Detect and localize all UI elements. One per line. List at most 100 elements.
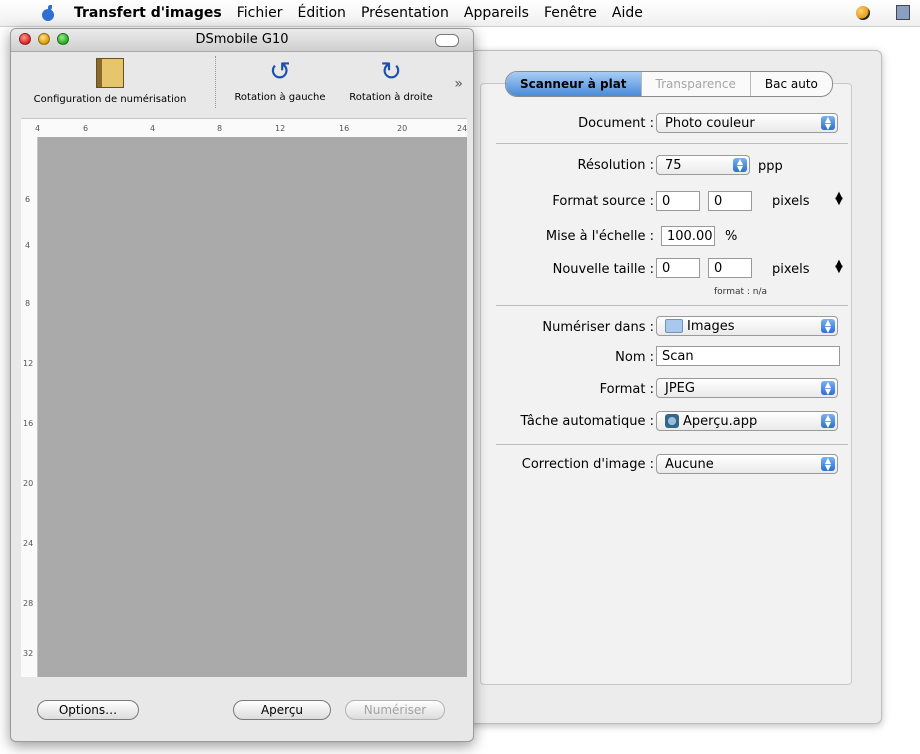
apple-menu-icon[interactable] <box>40 5 56 21</box>
scan-button[interactable]: Numériser <box>345 700 445 720</box>
format-value: JPEG <box>665 380 695 396</box>
new-width-field[interactable]: 0 <box>656 258 700 278</box>
ruler-tick: 6 <box>25 195 31 204</box>
format-popup[interactable]: JPEG ▲ ▼ <box>656 378 838 398</box>
source-unit: pixels <box>772 194 810 209</box>
ruler-tick: 16 <box>23 419 34 428</box>
scale-field[interactable]: 100.00 <box>661 226 715 246</box>
auto-task-popup[interactable]: Aperçu.app ▲ ▼ <box>656 411 838 431</box>
document-value: Photo couleur <box>665 115 755 131</box>
ruler-tick: 4 <box>150 124 156 133</box>
menu-aide[interactable]: Aide <box>612 5 643 21</box>
ruler-tick: 24 <box>23 539 34 548</box>
scan-to-popup[interactable]: Images ▲ ▼ <box>656 316 838 336</box>
menu-app-name[interactable]: Transfert d'images <box>74 5 222 21</box>
menu-fichier[interactable]: Fichier <box>237 5 283 21</box>
scale-unit: % <box>725 229 738 244</box>
new-size-unit: pixels <box>772 262 810 277</box>
separator <box>496 143 848 144</box>
tab-transparency[interactable]: Transparence <box>640 72 751 96</box>
document-label: Document : <box>578 116 654 131</box>
ruler-tick: 8 <box>217 124 223 133</box>
separator <box>496 444 848 445</box>
scale-label: Mise à l'échelle : <box>545 229 654 244</box>
new-size-unit-stepper[interactable]: ▲ ▼ <box>835 259 843 275</box>
vertical-ruler: 6 4 8 12 16 20 24 28 32 <box>21 137 38 677</box>
ruler-tick: 4 <box>35 124 41 133</box>
menu-presentation[interactable]: Présentation <box>361 5 449 21</box>
ruler-tick: 24 <box>457 124 468 133</box>
scanner-window: DSmobile G10 Configuration de numérisati… <box>10 28 474 742</box>
ruler-tick: 6 <box>83 124 89 133</box>
name-field[interactable]: Scan <box>656 346 840 366</box>
ruler-tick: 32 <box>23 649 34 658</box>
ruler-tick: 20 <box>23 479 34 488</box>
resolution-popup[interactable]: 75 ▲ ▼ <box>656 155 750 175</box>
popup-arrows-icon: ▲ ▼ <box>821 116 835 131</box>
rotate-left-icon: ↺ <box>269 57 291 87</box>
scan-to-value: Images <box>687 318 735 334</box>
popup-arrows-icon: ▲ ▼ <box>821 319 835 334</box>
image-correction-popup[interactable]: Aucune ▲ ▼ <box>656 454 838 474</box>
scan-preview-area[interactable] <box>38 137 467 677</box>
ruler-tick: 12 <box>23 359 34 368</box>
folder-icon <box>665 319 683 333</box>
preview-app-icon <box>665 414 679 428</box>
preview-button[interactable]: Aperçu <box>233 700 331 720</box>
toolbar-toggle-button[interactable] <box>435 34 459 47</box>
configure-scan-button[interactable]: Configuration de numérisation <box>15 58 205 105</box>
document-popup[interactable]: Photo couleur ▲ ▼ <box>656 113 838 133</box>
menu-fenetre[interactable]: Fenêtre <box>544 5 597 21</box>
ruler-tick: 28 <box>23 599 34 608</box>
toolbar: Configuration de numérisation ↺ Rotation… <box>11 52 473 118</box>
name-label: Nom : <box>615 350 654 365</box>
popup-arrows-icon: ▲ ▼ <box>821 414 835 429</box>
toolbar-separator <box>215 56 217 108</box>
popup-arrows-icon: ▲ ▼ <box>733 158 747 173</box>
format-label: Format : <box>599 382 654 397</box>
menu-appareils[interactable]: Appareils <box>464 5 529 21</box>
status-ball-icon[interactable] <box>856 5 870 20</box>
ruler-tick: 4 <box>25 241 31 250</box>
resolution-unit: ppp <box>758 159 783 174</box>
toolbar-overflow-icon[interactable]: » <box>454 76 463 92</box>
popup-arrows-icon: ▲ ▼ <box>821 457 835 472</box>
rotate-left-button[interactable]: ↺ Rotation à gauche <box>225 58 335 103</box>
rotate-right-icon: ↻ <box>380 57 402 87</box>
popup-arrows-icon: ▲ ▼ <box>821 381 835 396</box>
options-button[interactable]: Options… <box>37 700 139 720</box>
source-height-field[interactable]: 0 <box>708 191 752 211</box>
scan-to-label: Numériser dans : <box>542 320 654 335</box>
menu-edition[interactable]: Édition <box>297 5 345 21</box>
tab-auto-feeder[interactable]: Bac auto <box>751 72 832 96</box>
rotate-right-label: Rotation à droite <box>349 92 433 103</box>
source-unit-stepper[interactable]: ▲ ▼ <box>835 191 843 207</box>
status-disk-icon[interactable] <box>896 5 910 20</box>
separator <box>496 305 848 306</box>
rotate-right-button[interactable]: ↻ Rotation à droite <box>339 58 443 103</box>
auto-task-value: Aperçu.app <box>683 413 758 429</box>
new-size-label: Nouvelle taille : <box>552 262 654 277</box>
ruler-tick: 16 <box>339 124 350 133</box>
rotate-left-label: Rotation à gauche <box>234 92 326 103</box>
ruler-tick: 8 <box>25 299 31 308</box>
ruler-tick: 12 <box>275 124 286 133</box>
image-correction-value: Aucune <box>665 456 714 472</box>
tab-flatbed[interactable]: Scanneur à plat <box>506 72 641 96</box>
menu-bar: Transfert d'images Fichier Édition Prése… <box>0 0 920 27</box>
source-format-label: Format source : <box>552 194 654 209</box>
auto-task-label: Tâche automatique : <box>520 414 654 429</box>
source-width-field[interactable]: 0 <box>656 191 700 211</box>
resolution-value: 75 <box>665 157 682 173</box>
title-bar[interactable]: DSmobile G10 <box>11 29 473 52</box>
format-note: format : n/a <box>714 287 768 297</box>
resolution-label: Résolution : <box>577 158 654 173</box>
image-correction-label: Correction d'image : <box>521 457 654 472</box>
scan-source-tabs: Scanneur à plat Transparence Bac auto <box>505 71 833 97</box>
horizontal-ruler: 4 6 4 8 12 16 20 24 <box>21 118 467 138</box>
scan-config-icon <box>96 58 124 88</box>
window-title: DSmobile G10 <box>195 32 289 47</box>
ruler-tick: 20 <box>397 124 408 133</box>
new-height-field[interactable]: 0 <box>708 258 752 278</box>
configure-scan-label: Configuration de numérisation <box>33 94 187 105</box>
